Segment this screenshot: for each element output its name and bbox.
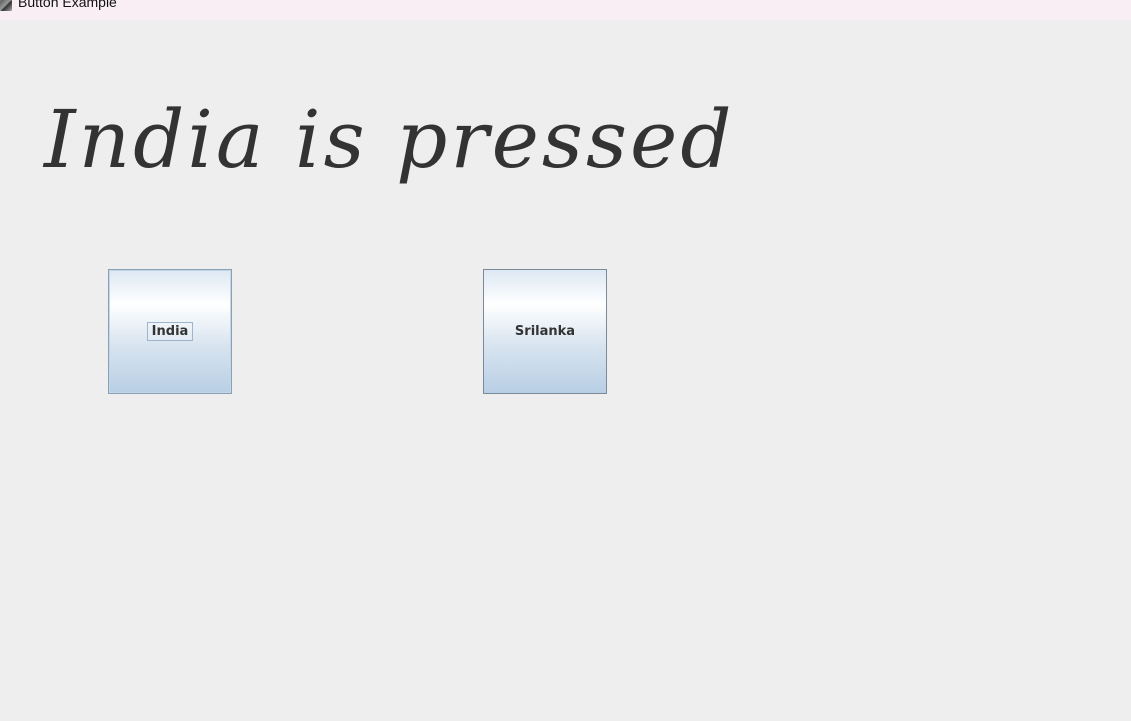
status-label: India is pressed [44, 93, 735, 186]
srilanka-button-label: Srilanka [514, 324, 576, 339]
java-app-icon [0, 0, 12, 11]
srilanka-button[interactable]: Srilanka [483, 269, 607, 394]
india-button-label: India [146, 322, 194, 341]
window-titlebar[interactable]: Button Example [0, 0, 1131, 20]
india-button[interactable]: India [108, 269, 232, 394]
content-pane: India is pressed India Srilanka [0, 20, 1131, 721]
window-title: Button Example [18, 0, 117, 10]
